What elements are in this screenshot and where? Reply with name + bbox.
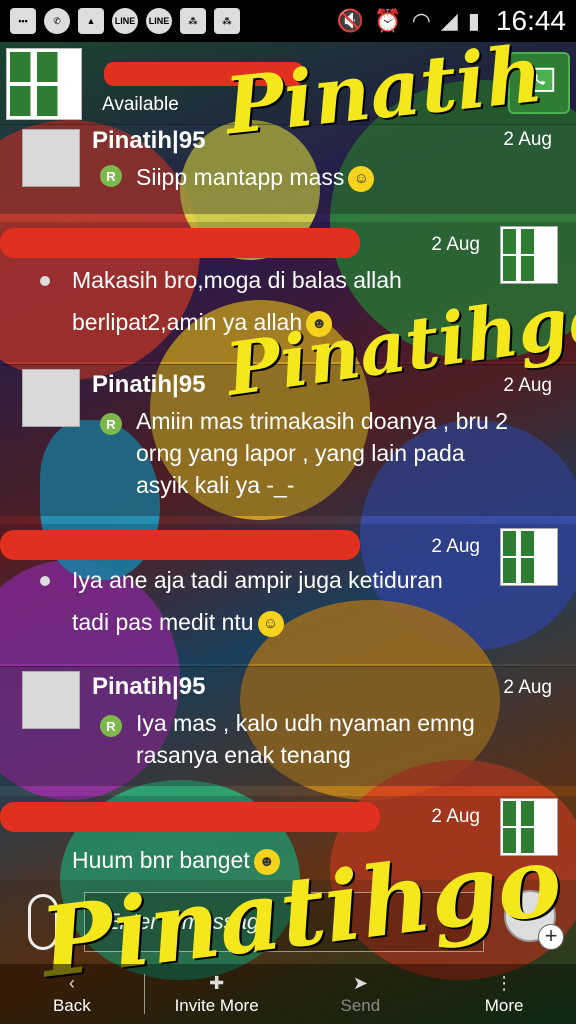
message-outgoing[interactable]: 2 Aug Huum bnr banget ☻ bbox=[0, 796, 576, 880]
message-text-line: rasanya enak tenang bbox=[136, 742, 351, 768]
back-button[interactable]: ‹ Back bbox=[0, 964, 144, 1024]
battery-icon: ▮ bbox=[467, 8, 480, 33]
message-text-line: asyik kali ya -_- bbox=[136, 472, 295, 498]
message-outgoing[interactable]: 2 Aug Iya ane aja tadi ampir juga ketidu… bbox=[0, 524, 576, 664]
message-outgoing[interactable]: 2 Aug Makasih bro,moga di balas allah be… bbox=[0, 222, 576, 362]
message-text-line: Amiin mas trimakasih doanya , bru 2 bbox=[136, 408, 508, 434]
sender-name: Pinatih|95 bbox=[92, 673, 206, 700]
bottom-action-bar: ‹ Back ✚ Invite More ➤ Send ⋮ More bbox=[0, 964, 576, 1024]
own-avatar bbox=[500, 798, 558, 856]
status-bar: ••• ✆ ▲ LINE LINE ⁂ ⁂ 🔇 ⏰ ◠ ◢ ▮ 16:44 bbox=[0, 0, 576, 42]
message-date: 2 Aug bbox=[431, 234, 480, 255]
message-text-line: Iya ane aja tadi ampir juga ketiduran bbox=[72, 567, 443, 593]
redacted-sender-name bbox=[0, 802, 380, 832]
message-input[interactable]: Enter a message bbox=[84, 892, 484, 952]
contact-avatar[interactable] bbox=[6, 48, 82, 120]
message-text-line: Iya mas , kalo udh nyaman emng bbox=[136, 710, 475, 736]
composer-bar: Enter a message bbox=[0, 880, 576, 964]
image-icon: ▲ bbox=[78, 8, 104, 34]
sender-avatar bbox=[22, 129, 80, 187]
more-button[interactable]: ⋮ More bbox=[432, 964, 576, 1024]
message-incoming[interactable]: Pinatih|95 2 Aug R Siipp mantapp mass ☺ bbox=[0, 124, 576, 214]
sender-name: Pinatih|95 bbox=[92, 127, 206, 154]
whatsapp-icon: ✆ bbox=[44, 8, 70, 34]
message-date: 2 Aug bbox=[431, 806, 480, 827]
contact-status: Available bbox=[102, 94, 179, 115]
more-label: More bbox=[484, 996, 524, 1015]
wifi-icon: ◠ bbox=[411, 8, 431, 33]
attach-paperclip-icon[interactable] bbox=[28, 894, 58, 950]
delivery-dot bbox=[40, 576, 50, 586]
chat-header: Available bbox=[0, 42, 576, 124]
smile-emoji: ☺ bbox=[348, 165, 375, 192]
redacted-contact-name bbox=[104, 62, 304, 86]
add-person-icon: ✚ bbox=[209, 973, 225, 993]
own-avatar bbox=[500, 226, 558, 284]
message-text-line: orng yang lapor , yang lain pada bbox=[136, 440, 465, 466]
emoticon-picker-button[interactable] bbox=[504, 890, 564, 950]
laugh-emoji: ☺ bbox=[257, 610, 284, 637]
delivery-dot bbox=[40, 276, 50, 286]
own-avatar bbox=[500, 528, 558, 586]
message-date: 2 Aug bbox=[431, 536, 480, 557]
mute-icon: 🔇 bbox=[336, 8, 365, 33]
message-date: 2 Aug bbox=[503, 677, 552, 698]
chevron-left-icon: ‹ bbox=[68, 973, 75, 993]
read-badge: R bbox=[100, 165, 122, 187]
send-icon: ➤ bbox=[352, 973, 368, 993]
clock: 16:44 bbox=[495, 5, 566, 36]
send-label: Send bbox=[340, 996, 381, 1015]
invite-more-button[interactable]: ✚ Invite More bbox=[145, 964, 289, 1024]
sender-name: Pinatih|95 bbox=[92, 371, 206, 398]
read-badge: R bbox=[100, 413, 122, 435]
message-date: 2 Aug bbox=[503, 129, 552, 150]
read-badge: R bbox=[100, 715, 122, 737]
redacted-sender-name bbox=[0, 228, 360, 258]
redacted-sender-name bbox=[0, 530, 360, 560]
sender-avatar bbox=[22, 369, 80, 427]
phone-icon bbox=[523, 67, 555, 100]
line-icon: LINE bbox=[112, 8, 138, 34]
message-date: 2 Aug bbox=[503, 375, 552, 396]
grin-emoji: ☻ bbox=[253, 848, 280, 875]
send-button[interactable]: ➤ Send bbox=[289, 964, 433, 1024]
signal-icon: ◢ bbox=[440, 8, 458, 33]
chat-bubble-icon: ••• bbox=[10, 8, 36, 34]
message-text: Huum bnr banget ☻ bbox=[72, 842, 280, 878]
blackberry-icon: ⁂ bbox=[214, 8, 240, 34]
sender-avatar bbox=[22, 671, 80, 729]
overflow-menu-icon: ⋮ bbox=[495, 973, 514, 993]
message-text: tadi pas medit ntu ☺ bbox=[72, 604, 284, 640]
message-text: Siipp mantapp mass ☺ bbox=[136, 159, 375, 195]
message-text-line: Makasih bro,moga di balas allah bbox=[72, 267, 402, 293]
line-icon: LINE bbox=[146, 8, 172, 34]
grin-emoji: ☻ bbox=[306, 310, 333, 337]
back-label: Back bbox=[52, 996, 91, 1015]
message-text: berlipat2,amin ya allah ☻ bbox=[72, 304, 333, 340]
alarm-icon: ⏰ bbox=[374, 8, 402, 33]
invite-more-label: Invite More bbox=[174, 996, 259, 1015]
call-button[interactable] bbox=[508, 52, 570, 114]
message-incoming[interactable]: Pinatih|95 2 Aug R Iya mas , kalo udh ny… bbox=[0, 666, 576, 786]
message-incoming[interactable]: Pinatih|95 2 Aug R Amiin mas trimakasih … bbox=[0, 364, 576, 516]
blackberry-icon: ⁂ bbox=[180, 8, 206, 34]
